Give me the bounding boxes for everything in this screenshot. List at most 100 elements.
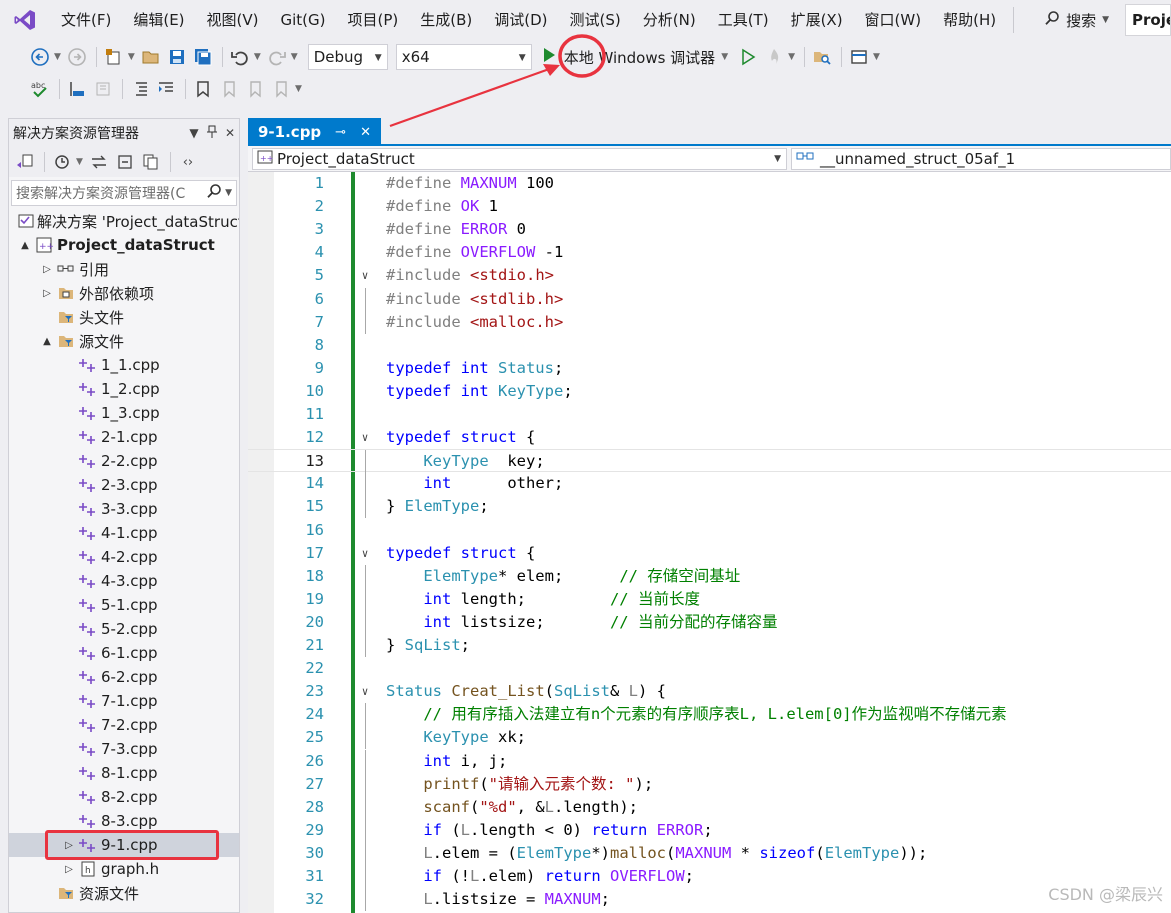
clear-bookmarks-icon[interactable]: [269, 77, 293, 101]
toolbar-overflow-icon[interactable]: ▼: [873, 52, 880, 62]
chevron-down-icon[interactable]: ▼: [788, 52, 795, 62]
tree-item[interactable]: ▲ ++ Project_dataStruct: [9, 233, 239, 257]
pending-changes-filter-icon[interactable]: [50, 150, 74, 174]
chevron-down-icon[interactable]: ▼: [721, 52, 728, 62]
tree-item[interactable]: 2-2.cpp: [9, 449, 239, 473]
code-editor[interactable]: 1 #define MAXNUM 100 2 #define OK 1 3 #define…: [248, 172, 1171, 913]
tree-item[interactable]: 6-2.cpp: [9, 665, 239, 689]
tree-item[interactable]: ▷ h graph.h: [9, 857, 239, 881]
tree-item[interactable]: 资源文件: [9, 881, 239, 905]
code-line[interactable]: 23 ∨ Status Creat_List(SqList& L) {: [248, 680, 1171, 703]
code-line[interactable]: 19 int length; // 当前长度: [248, 587, 1171, 611]
visual-studio-logo-icon[interactable]: [0, 0, 50, 40]
tree-item[interactable]: 解决方案 'Project_dataStruct': [9, 209, 239, 233]
show-member-list-icon[interactable]: [65, 77, 89, 101]
tree-item[interactable]: 5-2.cpp: [9, 617, 239, 641]
save-icon[interactable]: [165, 45, 189, 69]
menu-item-10[interactable]: 扩展(X): [780, 0, 854, 40]
tree-item[interactable]: 5-1.cpp: [9, 593, 239, 617]
tree-item[interactable]: 4-1.cpp: [9, 521, 239, 545]
code-line[interactable]: 11: [248, 403, 1171, 426]
next-bookmark-icon[interactable]: [243, 77, 267, 101]
code-line[interactable]: 4 #define OVERFLOW -1: [248, 241, 1171, 264]
code-line[interactable]: 2 #define OK 1: [248, 195, 1171, 218]
code-line[interactable]: 6 #include <stdlib.h>: [248, 287, 1171, 311]
tree-item[interactable]: 2-1.cpp: [9, 425, 239, 449]
view-code-icon[interactable]: ‹›: [176, 150, 200, 174]
hot-reload-icon[interactable]: [762, 45, 786, 69]
menu-item-3[interactable]: Git(G): [270, 0, 337, 40]
tree-item[interactable]: 1_1.cpp: [9, 353, 239, 377]
solution-platform-dropdown[interactable]: x64 ▼: [395, 44, 532, 70]
chevron-down-icon[interactable]: ▼: [76, 157, 83, 167]
chevron-down-icon[interactable]: ▼: [54, 52, 61, 62]
window-layout-icon[interactable]: [847, 45, 871, 69]
tree-item[interactable]: ▲ 源文件: [9, 329, 239, 353]
tree-item[interactable]: 7-1.cpp: [9, 689, 239, 713]
code-line[interactable]: 15} ElemType;: [248, 495, 1171, 519]
expand-arrow-icon[interactable]: ▷: [61, 864, 77, 875]
previous-bookmark-icon[interactable]: [217, 77, 241, 101]
code-line[interactable]: 31 if (!L.elem) return OVERFLOW;: [248, 865, 1171, 888]
menu-item-1[interactable]: 编辑(E): [122, 0, 195, 40]
switch-views-icon[interactable]: [13, 150, 37, 174]
code-line[interactable]: 21} SqList;: [248, 634, 1171, 657]
menu-item-7[interactable]: 测试(S): [559, 0, 632, 40]
tree-item[interactable]: 头文件: [9, 305, 239, 329]
code-line[interactable]: 25 KeyType xk;: [248, 726, 1171, 750]
forward-navigation-icon[interactable]: [65, 45, 89, 69]
code-line[interactable]: 24 // 用有序插入法建立有n个元素的有序顺序表L, L.elem[0]作为监…: [248, 703, 1171, 727]
code-line[interactable]: 3 #define ERROR 0: [248, 218, 1171, 241]
chevron-down-icon[interactable]: ▼: [291, 52, 298, 62]
chevron-down-icon[interactable]: ▼: [128, 52, 135, 62]
tree-item[interactable]: 8-1.cpp: [9, 761, 239, 785]
tree-item[interactable]: 4-3.cpp: [9, 569, 239, 593]
code-line[interactable]: 14 int other;: [248, 472, 1171, 496]
indent-icon[interactable]: [154, 77, 178, 101]
sync-with-active-document-icon[interactable]: [87, 150, 111, 174]
code-line[interactable]: 20 int listsize; // 当前分配的存储容量: [248, 610, 1171, 634]
code-line[interactable]: 5 ∨ #include <stdio.h>: [248, 264, 1171, 287]
new-project-icon[interactable]: [102, 45, 126, 69]
code-line[interactable]: 26 int i, j;: [248, 749, 1171, 773]
expand-arrow-icon[interactable]: ▷: [39, 264, 55, 275]
tab-9-1-cpp[interactable]: 9-1.cpp ⊸ ✕: [248, 118, 381, 146]
tree-item[interactable]: 7-3.cpp: [9, 737, 239, 761]
undo-icon[interactable]: [228, 45, 252, 69]
menu-item-5[interactable]: 生成(B): [409, 0, 483, 40]
code-line[interactable]: 10 typedef int KeyType;: [248, 380, 1171, 403]
expand-arrow-icon[interactable]: ▲: [17, 240, 33, 251]
menu-item-8[interactable]: 分析(N): [632, 0, 707, 40]
code-line[interactable]: 13 KeyType key;: [248, 449, 1171, 474]
close-icon[interactable]: ✕: [221, 126, 239, 140]
project-scope-dropdown[interactable]: ++ Project_dataStruct ▼: [252, 147, 787, 170]
code-line[interactable]: 28 scanf("%d", &L.length);: [248, 795, 1171, 819]
code-line[interactable]: 16: [248, 519, 1171, 542]
parameter-info-icon[interactable]: [91, 77, 115, 101]
code-line[interactable]: 18 ElemType* elem; // 存储空间基址: [248, 564, 1171, 588]
show-all-files-icon[interactable]: [139, 150, 163, 174]
member-scope-dropdown[interactable]: __unnamed_struct_05af_1: [791, 147, 1171, 170]
find-in-files-icon[interactable]: [810, 45, 834, 69]
solution-explorer-search-input[interactable]: 搜索解决方案资源管理器(C ▼: [11, 180, 237, 206]
fold-toggle-icon[interactable]: ∨: [358, 264, 372, 287]
code-line[interactable]: 9 typedef int Status;: [248, 357, 1171, 380]
fold-toggle-icon[interactable]: ∨: [358, 426, 372, 449]
menu-item-9[interactable]: 工具(T): [707, 0, 780, 40]
outdent-icon[interactable]: [128, 77, 152, 101]
tree-item[interactable]: 3-3.cpp: [9, 497, 239, 521]
panel-menu-icon[interactable]: ▼: [185, 126, 203, 140]
expand-arrow-icon[interactable]: ▷: [39, 288, 55, 299]
code-line[interactable]: 12 ∨ typedef struct {: [248, 426, 1171, 449]
tree-item[interactable]: 4-2.cpp: [9, 545, 239, 569]
start-without-debugging-icon[interactable]: [736, 45, 760, 69]
start-debugging-button[interactable]: 本地 Windows 调试器 ▼: [540, 46, 732, 68]
pin-icon[interactable]: ⊸: [335, 125, 346, 140]
code-line[interactable]: 17 ∨ typedef struct {: [248, 542, 1171, 565]
code-line[interactable]: 22: [248, 657, 1171, 680]
menu-item-2[interactable]: 视图(V): [196, 0, 270, 40]
code-line[interactable]: 8: [248, 334, 1171, 357]
pin-icon[interactable]: [203, 125, 221, 142]
code-line[interactable]: 27 printf("请输入元素个数: ");: [248, 772, 1171, 796]
collapse-all-icon[interactable]: [113, 150, 137, 174]
